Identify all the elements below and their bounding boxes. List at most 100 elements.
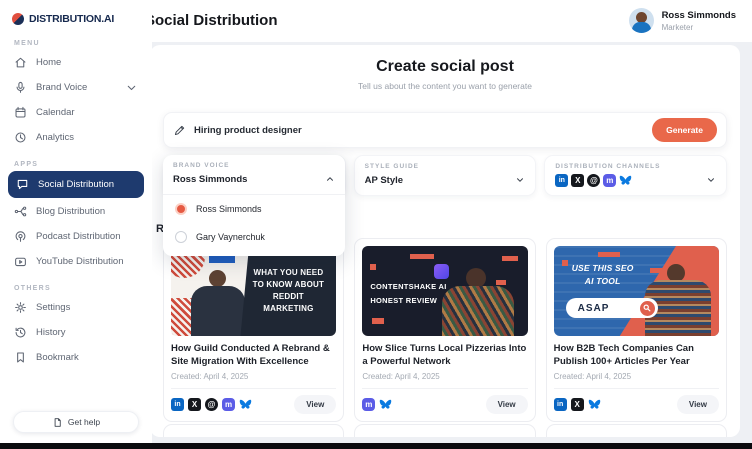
thumbnail-text-panel: WHAT YOU NEED TO KNOW ABOUT REDDIT MARKE… [240, 246, 336, 336]
person-head [466, 268, 486, 288]
magnifier-icon [640, 301, 655, 316]
post-card: USE THIS SEO AI TOOL ASAP How B2B Tech C… [546, 238, 727, 422]
post-thumbnail[interactable]: WHAT YOU NEED TO KNOW ABOUT REDDIT MARKE… [171, 246, 336, 336]
sidebar-item-label: Analytics [36, 132, 74, 143]
bluesky-icon [379, 398, 392, 411]
radio-selected-icon [175, 203, 187, 215]
create-post-heading: Create social post [150, 58, 740, 76]
chevron-down-icon [515, 175, 525, 185]
x-icon [188, 398, 201, 411]
mastodon-icon [603, 174, 616, 187]
threads-icon [587, 174, 600, 187]
podcast-icon [14, 230, 27, 243]
brand-voice-option-gary-vaynerchuk[interactable]: Gary Vaynerchuk [163, 223, 345, 251]
brand-voice-dropdown-toggle[interactable]: BRAND VOICE Ross Simmonds [163, 155, 345, 195]
gear-icon [14, 301, 27, 314]
sidebar-item-brand-voice[interactable]: Brand Voice [0, 75, 152, 100]
view-button[interactable]: View [677, 395, 719, 414]
linkedin-icon [554, 398, 567, 411]
divider [554, 388, 719, 389]
chevron-down-icon [125, 81, 138, 94]
user-menu[interactable]: Ross Simmonds Marketer [629, 8, 736, 33]
post-thumbnail[interactable]: CONTENTSHAKE AI HONEST REVIEW [362, 246, 527, 336]
brand-voice-dropdown: BRAND VOICE Ross Simmonds Ross Simmonds … [163, 155, 345, 256]
view-button[interactable]: View [294, 395, 336, 414]
generate-button[interactable]: Generate [652, 118, 717, 142]
brand-voice-option-ross-simmonds[interactable]: Ross Simmonds [163, 195, 345, 223]
sidebar-item-settings[interactable]: Settings [0, 295, 152, 320]
pencil-icon [173, 124, 186, 137]
help-doc-icon [52, 417, 63, 428]
sidebar: DISTRIBUTION.AI MENU Home Brand Voice Ca… [0, 0, 152, 443]
sidebar-item-podcast-distribution[interactable]: Podcast Distribution [0, 224, 152, 249]
post-card-partial [163, 424, 344, 437]
sidebar-item-calendar[interactable]: Calendar [0, 100, 152, 125]
bluesky-icon [619, 174, 632, 187]
sidebar-item-label: Settings [36, 302, 70, 313]
sidebar-item-bookmark[interactable]: Bookmark [0, 345, 152, 370]
person-head [209, 270, 226, 287]
post-thumbnail[interactable]: USE THIS SEO AI TOOL ASAP [554, 246, 719, 336]
sidebar-item-label: Brand Voice [36, 82, 87, 93]
avatar [629, 8, 654, 33]
post-created-date: Created: April 4, 2025 [362, 372, 527, 381]
sidebar-item-history[interactable]: History [0, 320, 152, 345]
sidebar-item-blog-distribution[interactable]: Blog Distribution [0, 199, 152, 224]
app-logo-decoration [434, 264, 449, 279]
sidebar-item-label: Calendar [36, 107, 75, 118]
sidebar-item-label: Podcast Distribution [36, 231, 120, 242]
sidebar-item-label: Bookmark [36, 352, 79, 363]
search-bar-decoration: ASAP [566, 298, 658, 318]
sidebar-item-social-distribution[interactable]: Social Distribution [8, 171, 144, 198]
post-card-partial [546, 424, 727, 437]
style-guide-label: STYLE GUIDE [365, 163, 526, 170]
post-title: How Guild Conducted A Rebrand & Site Mig… [171, 343, 336, 369]
home-icon [14, 56, 27, 69]
others-section-label: OTHERS [14, 285, 152, 292]
logo-icon [12, 13, 24, 25]
page-title: Social Distribution [145, 12, 278, 29]
sidebar-item-label: YouTube Distribution [36, 256, 124, 267]
post-title: How Slice Turns Local Pizzerias Into a P… [362, 343, 527, 369]
prompt-input[interactable] [194, 125, 652, 136]
channel-icons [555, 174, 716, 187]
sidebar-item-label: Social Distribution [38, 179, 114, 190]
sidebar-item-label: Home [36, 57, 61, 68]
post-created-date: Created: April 4, 2025 [171, 372, 336, 381]
post-card: CONTENTSHAKE AI HONEST REVIEW How Slice … [354, 238, 535, 422]
threads-icon [205, 398, 218, 411]
sidebar-item-home[interactable]: Home [0, 50, 152, 75]
post-card: WHAT YOU NEED TO KNOW ABOUT REDDIT MARKE… [163, 238, 344, 422]
radio-unselected-icon [175, 231, 187, 243]
logo-text: DISTRIBUTION.AI [29, 13, 114, 25]
logo[interactable]: DISTRIBUTION.AI [0, 0, 152, 29]
sidebar-item-label: Blog Distribution [36, 206, 105, 217]
thumbnail-text: CONTENTSHAKE AI HONEST REVIEW [370, 280, 462, 309]
style-guide-select[interactable]: STYLE GUIDE AP Style [354, 155, 537, 196]
create-post-subheading: Tell us about the content you want to ge… [150, 81, 740, 91]
red-bar-decoration [410, 254, 434, 259]
red-bar-decoration [496, 280, 506, 285]
chevron-up-icon [325, 174, 335, 184]
bottom-bar [0, 443, 752, 449]
get-help-button[interactable]: Get help [13, 411, 139, 433]
divider [171, 388, 336, 389]
post-card-partial [354, 424, 535, 437]
brand-voice-value: Ross Simmonds [173, 174, 335, 185]
red-bar-decoration [650, 268, 662, 273]
person-body [191, 286, 245, 336]
distribution-channels-label: DISTRIBUTION CHANNELS [555, 163, 716, 170]
option-label: Gary Vaynerchuk [196, 232, 265, 242]
distribution-channels-select[interactable]: DISTRIBUTION CHANNELS [544, 155, 727, 196]
mastodon-icon [362, 398, 375, 411]
prompt-bar: Generate [163, 112, 727, 148]
thumbnail-badge-text: ASAP [578, 303, 610, 314]
style-guide-value: AP Style [365, 175, 526, 186]
view-button[interactable]: View [486, 395, 528, 414]
sidebar-item-analytics[interactable]: Analytics [0, 125, 152, 150]
thumbnail-text: WHAT YOU NEED TO KNOW ABOUT REDDIT MARKE… [249, 267, 327, 315]
branch-icon [14, 205, 27, 218]
menu-section-label: MENU [14, 40, 152, 47]
post-title: How B2B Tech Companies Can Publish 100+ … [554, 343, 719, 369]
sidebar-item-youtube-distribution[interactable]: YouTube Distribution [0, 249, 152, 274]
